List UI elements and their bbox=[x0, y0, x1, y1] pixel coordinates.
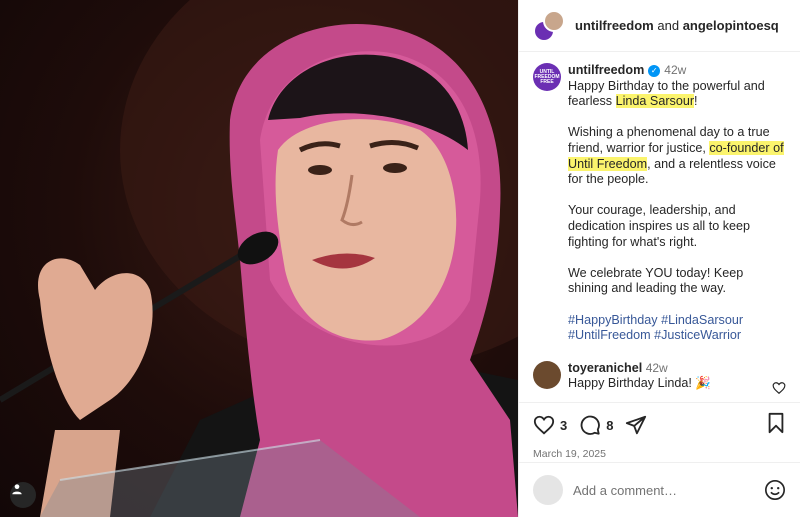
user-tag-button[interactable] bbox=[10, 482, 36, 508]
caption-text: ! bbox=[694, 94, 698, 109]
avatar bbox=[533, 475, 563, 505]
send-icon bbox=[626, 415, 647, 435]
post-photo[interactable] bbox=[0, 0, 518, 517]
coauthor-link[interactable]: angelopintoesq bbox=[683, 18, 779, 33]
like-comment-heart-icon[interactable] bbox=[772, 381, 786, 395]
and-label: and bbox=[657, 18, 680, 33]
caption-username[interactable]: untilfreedom bbox=[568, 63, 644, 79]
comment-input[interactable] bbox=[573, 482, 764, 498]
hashtags: #HappyBirthday #LindaSarsour #UntilFreed… bbox=[568, 313, 786, 344]
add-comment-bar bbox=[519, 462, 800, 517]
post-side-panel: untilfreedom and angelopintoesq UNTIL FR… bbox=[518, 0, 800, 517]
photo-illustration bbox=[0, 0, 518, 517]
comments-scroll-area[interactable]: UNTIL FREEDOM FREE untilfreedom ✓ 42w Ha… bbox=[519, 53, 800, 401]
post-header: untilfreedom and angelopintoesq bbox=[519, 0, 800, 52]
comment-item: toyeranichel 42w Happy Birthday Linda! 🎉 bbox=[533, 360, 786, 395]
comment-icon bbox=[580, 415, 601, 435]
user-tag-icon bbox=[12, 484, 22, 495]
caption-paragraph-2: Wishing a phenomenal day to a true frien… bbox=[568, 125, 786, 187]
post-actions: 3 8 March 19, 2025 bbox=[519, 402, 800, 460]
comment-text: Happy Birthday Linda! 🎉 bbox=[568, 376, 712, 391]
like-button[interactable]: 3 bbox=[533, 414, 567, 436]
collab-names: untilfreedom and angelopintoesq bbox=[575, 18, 779, 33]
verified-badge-icon: ✓ bbox=[648, 64, 661, 77]
share-button[interactable] bbox=[625, 414, 652, 436]
avatar-logo-text: UNTIL FREEDOM FREE bbox=[534, 68, 560, 85]
emoji-icon[interactable] bbox=[764, 479, 786, 501]
caption-time[interactable]: 42w bbox=[664, 63, 686, 79]
caption-paragraph-3: Your courage, leadership, and dedication… bbox=[568, 203, 751, 249]
comment-username[interactable]: toyeranichel bbox=[568, 361, 642, 375]
avatar bbox=[543, 9, 565, 32]
avatar[interactable] bbox=[533, 360, 561, 389]
comment-button[interactable]: 8 bbox=[579, 414, 613, 436]
highlighted-text: Linda Sarsour bbox=[615, 94, 695, 109]
like-count: 3 bbox=[560, 417, 568, 433]
author-link[interactable]: untilfreedom bbox=[575, 18, 654, 33]
collab-avatars[interactable] bbox=[533, 9, 565, 42]
caption-paragraph-1: Happy Birthday to the powerful and fearl… bbox=[568, 79, 786, 110]
hashtag-link[interactable]: #UntilFreedom bbox=[568, 328, 651, 342]
caption-body: untilfreedom ✓ 42w Happy Birthday to the… bbox=[568, 63, 786, 344]
caption-paragraph-4: We celebrate YOU today! Keep shining and… bbox=[568, 265, 744, 296]
comment-body: toyeranichel 42w Happy Birthday Linda! 🎉 bbox=[568, 361, 711, 392]
bookmark-icon bbox=[768, 412, 784, 433]
hashtag-link[interactable]: #JusticeWarrior bbox=[654, 328, 741, 342]
comment-count: 8 bbox=[606, 417, 614, 433]
caption: UNTIL FREEDOM FREE untilfreedom ✓ 42w Ha… bbox=[533, 63, 786, 344]
action-row: 3 8 bbox=[533, 412, 786, 439]
caption-header: untilfreedom ✓ 42w bbox=[568, 63, 786, 79]
heart-icon bbox=[533, 415, 555, 435]
avatar[interactable]: UNTIL FREEDOM FREE bbox=[533, 63, 561, 91]
comment-time[interactable]: 42w bbox=[646, 361, 668, 375]
hashtag-link[interactable]: #HappyBirthday bbox=[568, 313, 658, 327]
post-date[interactable]: March 19, 2025 bbox=[533, 448, 786, 460]
save-button[interactable] bbox=[766, 412, 786, 439]
hashtag-link[interactable]: #LindaSarsour bbox=[661, 313, 743, 327]
